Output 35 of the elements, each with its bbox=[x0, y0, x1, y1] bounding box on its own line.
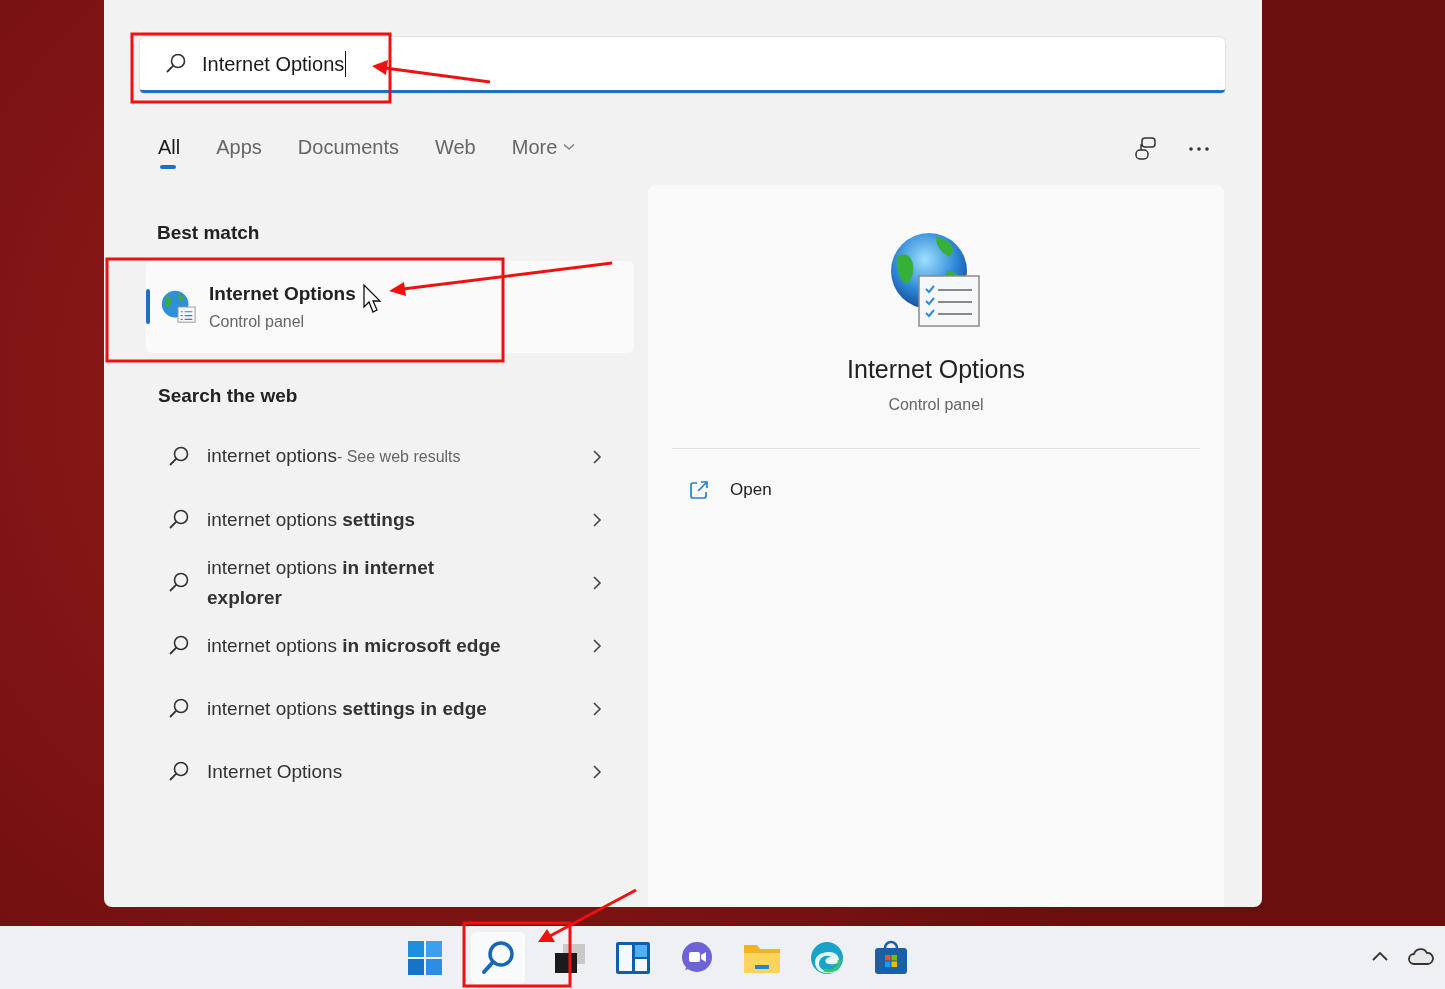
filter-tab[interactable]: Web bbox=[417, 129, 494, 169]
chevron-right-icon bbox=[592, 700, 602, 717]
web-result-item[interactable]: internet options in internet explorer bbox=[146, 551, 634, 614]
chevron-right-icon bbox=[592, 637, 602, 654]
web-result-item[interactable]: internet options settings bbox=[146, 488, 634, 551]
search-taskbar-button[interactable] bbox=[470, 931, 525, 984]
web-result-item[interactable]: internet options- See web results bbox=[146, 425, 634, 488]
mouse-pointer-icon bbox=[363, 283, 382, 313]
cloud-icon[interactable] bbox=[1407, 946, 1435, 966]
web-result-item[interactable]: internet options settings in edge bbox=[146, 677, 634, 740]
chevron-up-icon[interactable] bbox=[1371, 950, 1389, 962]
windows-start-icon[interactable] bbox=[406, 939, 443, 976]
more-options-icon[interactable] bbox=[1188, 145, 1212, 153]
chevron-right-icon bbox=[592, 511, 602, 528]
preview-subtitle: Control panel bbox=[888, 396, 984, 414]
open-action[interactable]: Open bbox=[688, 479, 1224, 501]
globe-checklist-icon bbox=[159, 288, 197, 326]
filter-tab[interactable]: All bbox=[156, 129, 199, 169]
filter-tab[interactable]: Documents bbox=[279, 129, 417, 169]
best-match-item[interactable]: Internet Options Control panel bbox=[146, 261, 634, 353]
filter-tab[interactable]: More bbox=[493, 129, 594, 169]
search-field[interactable]: Internet Options bbox=[140, 37, 1225, 93]
chevron-right-icon bbox=[592, 763, 602, 780]
web-result-item[interactable]: internet options in microsoft edge bbox=[146, 614, 634, 677]
preview-title: Internet Options bbox=[847, 355, 1025, 384]
web-result-item[interactable]: Internet Options bbox=[146, 740, 634, 803]
filter-tab[interactable]: Apps bbox=[198, 129, 280, 169]
store-icon[interactable] bbox=[872, 939, 909, 976]
widgets-icon[interactable] bbox=[614, 939, 651, 976]
section-heading: Best match bbox=[156, 221, 261, 245]
open-external-icon bbox=[688, 479, 710, 501]
chevron-right-icon bbox=[592, 448, 602, 465]
section-heading: Search the web bbox=[157, 384, 299, 408]
browser-icon[interactable] bbox=[808, 939, 845, 976]
chevron-right-icon bbox=[592, 574, 602, 591]
